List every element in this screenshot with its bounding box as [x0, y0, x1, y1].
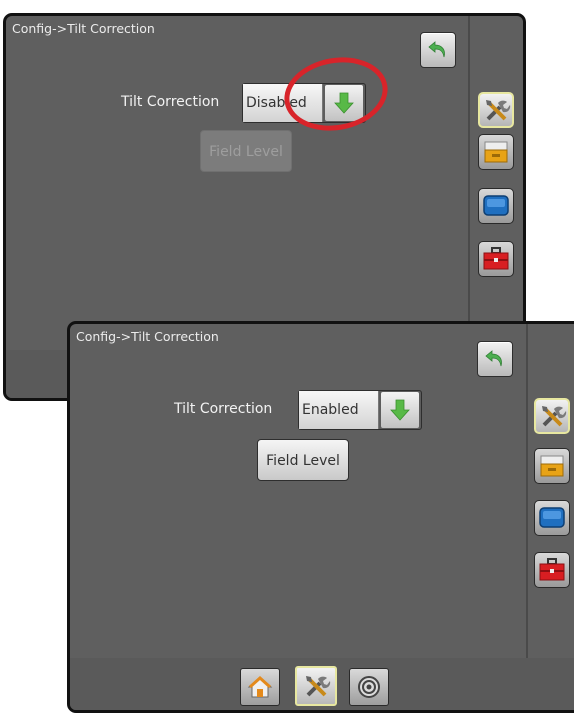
sidebar-item-tools[interactable] — [478, 92, 514, 128]
dropdown-arrow-button[interactable] — [381, 392, 419, 428]
sidebar-item-toolbox[interactable] — [478, 241, 514, 277]
sidebar-item-console[interactable] — [478, 134, 514, 170]
back-arrow-icon — [428, 41, 445, 58]
toolbox-icon — [539, 558, 565, 581]
sidebar-item-toolbox[interactable] — [534, 552, 570, 588]
tab-config[interactable] — [295, 666, 337, 706]
toolbox-icon — [483, 247, 509, 270]
field-level-button[interactable]: Field Level — [200, 130, 292, 172]
sidebar-item-console[interactable] — [534, 448, 570, 484]
tilt-correction-label: Tilt Correction — [174, 401, 273, 417]
tools-icon — [542, 406, 567, 427]
sidebar-item-display[interactable] — [534, 500, 570, 536]
console-drawer-icon — [484, 141, 508, 163]
tilt-correction-label: Tilt Correction — [121, 94, 220, 110]
tilt-correction-dropdown[interactable]: Enabled — [298, 390, 422, 430]
sidebar-item-display[interactable] — [478, 188, 514, 224]
down-arrow-icon — [390, 399, 410, 421]
tab-gnss[interactable] — [349, 668, 389, 706]
config-content-area: Config->Tilt Correction Tilt Correction … — [70, 324, 528, 662]
tools-icon — [306, 676, 331, 697]
bottom-tab-bar — [70, 658, 574, 710]
console-drawer-icon — [540, 455, 564, 477]
gnss-receiver-icon — [358, 676, 380, 698]
tilt-correction-screen-enabled: Config->Tilt Correction Tilt Correction … — [67, 321, 574, 713]
sidebar-item-tools[interactable] — [534, 398, 570, 434]
tools-icon — [486, 100, 511, 121]
back-arrow-icon — [485, 350, 502, 367]
config-content-area: Config->Tilt Correction Tilt Correction … — [6, 16, 470, 353]
back-button[interactable] — [477, 341, 513, 377]
field-level-button[interactable]: Field Level — [257, 439, 349, 481]
display-icon — [539, 507, 565, 528]
page-title: Config->Tilt Correction — [12, 21, 155, 36]
tilt-correction-value: Enabled — [299, 391, 379, 429]
page-title: Config->Tilt Correction — [76, 329, 219, 344]
back-button[interactable] — [420, 32, 456, 68]
display-icon — [483, 195, 509, 216]
tab-home[interactable] — [240, 668, 280, 706]
home-icon — [247, 675, 273, 698]
